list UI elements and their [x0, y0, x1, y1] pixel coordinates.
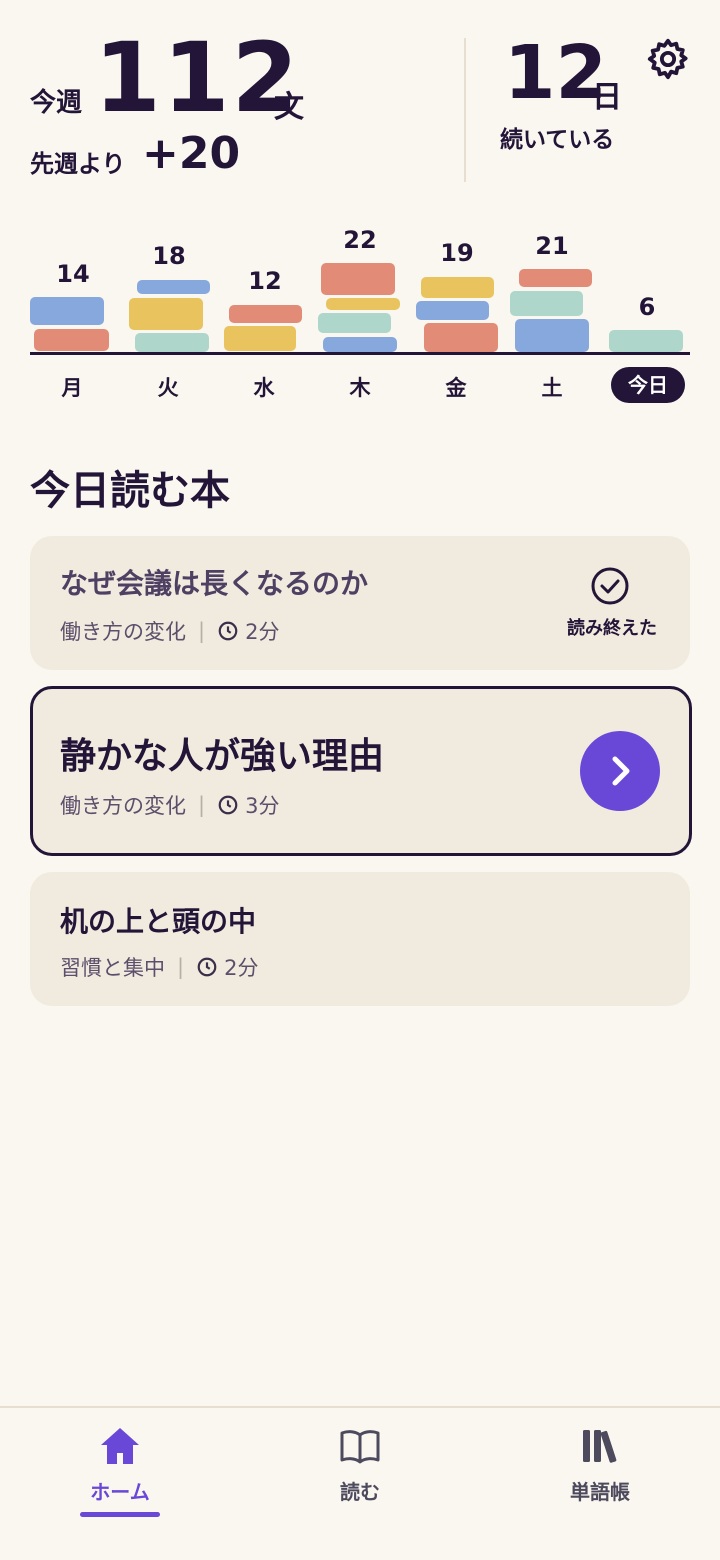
book-block — [424, 323, 498, 352]
book-block — [321, 263, 395, 295]
streak-unit: 日 — [592, 80, 622, 115]
book-block — [510, 291, 583, 316]
clock-icon — [218, 621, 238, 641]
book-title: なぜ会議は長くなるのか — [60, 567, 369, 600]
book-title: 机の上と頭の中 — [60, 905, 257, 938]
day-count-tue: 18 — [152, 242, 186, 270]
bottom-nav: ホーム 読む 単語帳 — [0, 1406, 720, 1560]
book-block — [229, 305, 302, 323]
start-reading-button[interactable] — [580, 731, 660, 811]
settings-gear-icon[interactable] — [645, 36, 691, 82]
book-block — [519, 269, 592, 287]
meta-separator: | — [177, 955, 185, 979]
day-label-tue: 火 — [157, 376, 179, 400]
day-label-wed: 水 — [253, 376, 275, 400]
nav-home[interactable]: ホーム — [0, 1408, 240, 1560]
book-block — [326, 298, 400, 310]
book-block — [318, 313, 391, 333]
day-label-thu: 木 — [349, 376, 371, 400]
chart-baseline — [30, 352, 690, 355]
chevron-right-icon — [612, 756, 630, 786]
day-count-wed: 12 — [248, 267, 282, 295]
book-block — [137, 280, 210, 294]
week-count: 112 — [94, 22, 301, 134]
day-label-fri: 金 — [445, 376, 467, 400]
day-label-sat: 土 — [541, 376, 563, 400]
header-divider — [464, 38, 466, 182]
book-block — [609, 330, 683, 352]
book-card-current[interactable]: 静かな人が強い理由 働き方の変化 | 3分 — [30, 686, 692, 856]
section-title: 今日読む本 — [30, 468, 230, 514]
book-title: 静かな人が強い理由 — [60, 736, 385, 777]
meta-separator: | — [198, 619, 206, 643]
book-card-next[interactable]: 机の上と頭の中 習慣と集中 | 2分 — [30, 872, 690, 1006]
day-label-mon: 月 — [61, 376, 83, 400]
home-icon — [101, 1428, 139, 1464]
vs-last-label: 先週より — [30, 150, 126, 178]
book-block — [421, 277, 494, 298]
vs-last-value: +20 — [142, 128, 241, 179]
nav-vocab-label: 単語帳 — [570, 1480, 630, 1504]
book-category: 働き方の変化 — [60, 620, 186, 644]
book-card-read[interactable]: なぜ会議は長くなるのか 働き方の変化 | 2分 読み終えた — [30, 536, 690, 670]
streak-label: 続いている — [500, 127, 615, 153]
book-minutes: 3分 — [245, 794, 280, 818]
clock-icon — [197, 957, 217, 977]
book-category: 働き方の変化 — [60, 794, 186, 818]
book-minutes: 2分 — [224, 956, 259, 980]
book-meta: 働き方の変化 | 2分 — [60, 616, 279, 646]
open-book-icon — [340, 1430, 380, 1464]
meta-separator: | — [198, 793, 206, 817]
nav-home-label: ホーム — [90, 1480, 150, 1504]
book-meta: 働き方の変化 | 3分 — [60, 790, 279, 820]
day-count-mon: 14 — [56, 260, 90, 288]
book-minutes: 2分 — [245, 620, 280, 644]
book-block — [129, 298, 203, 330]
clock-icon — [218, 795, 238, 815]
nav-active-indicator — [80, 1512, 160, 1517]
book-block — [34, 329, 109, 351]
book-block — [515, 319, 589, 352]
book-meta: 習慣と集中 | 2分 — [60, 952, 258, 982]
day-count-thu: 22 — [343, 226, 377, 254]
book-category: 習慣と集中 — [60, 956, 165, 980]
day-count-fri: 19 — [440, 239, 474, 267]
book-block — [416, 301, 489, 320]
book-block — [224, 326, 296, 351]
nav-read[interactable]: 読む — [240, 1408, 480, 1560]
day-label-today[interactable]: 今日 — [611, 367, 685, 403]
book-block — [323, 337, 397, 352]
week-unit: 文 — [274, 90, 304, 125]
nav-vocab[interactable]: 単語帳 — [480, 1408, 720, 1560]
nav-read-label: 読む — [340, 1480, 380, 1504]
library-icon — [583, 1430, 617, 1463]
check-circle-icon — [590, 566, 630, 606]
week-label: 今週 — [30, 88, 83, 118]
read-status: 読み終えた — [567, 618, 657, 639]
day-count-today: 6 — [638, 293, 656, 321]
day-count-sat: 21 — [535, 232, 569, 260]
book-block — [135, 333, 209, 352]
book-block — [30, 297, 104, 325]
